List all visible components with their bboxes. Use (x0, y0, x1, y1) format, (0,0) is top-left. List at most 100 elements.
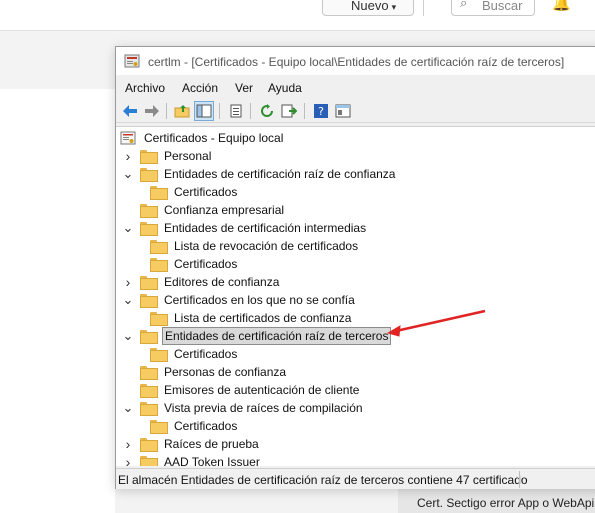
tree-item[interactable]: Certificados (141, 417, 239, 435)
tree-item[interactable]: › Editores de confianza (122, 273, 281, 291)
chevron-down-icon[interactable]: ⌄ (122, 167, 134, 180)
tree-root[interactable]: Certificados - Equipo local (120, 129, 285, 147)
folder-icon (140, 366, 158, 380)
new-button-label: Nuevo (351, 0, 389, 13)
show-hide-tree-icon[interactable] (194, 101, 214, 121)
search-icon: ⌕ (460, 0, 468, 10)
window-title: certlm - [Certificados - Equipo local\En… (148, 55, 565, 69)
folder-icon (150, 312, 168, 326)
tree-item[interactable]: Certificados (141, 255, 239, 273)
tree-item[interactable]: Certificados (141, 183, 239, 201)
tree-item-label: Entidades de certificación intermedias (164, 221, 367, 235)
menu-ver[interactable]: Ver (235, 81, 253, 95)
folder-icon (150, 186, 168, 200)
folder-icon (140, 456, 158, 466)
certificate-app-icon (124, 54, 140, 68)
tree-item-label: Certificados (174, 257, 238, 271)
folder-icon (140, 330, 158, 344)
tree-item[interactable]: › Raíces de prueba (122, 435, 261, 453)
bell-icon[interactable]: 🔔 (552, 0, 571, 12)
tree-item[interactable]: Certificados (141, 345, 239, 363)
toolbar-separator (219, 103, 220, 119)
tree-item-label: Personal (164, 149, 212, 163)
tree-item-label: Entidades de certificación raíz de confi… (164, 167, 396, 181)
tree-item-label: Lista de certificados de confianza (174, 311, 352, 325)
tree-item[interactable]: Confianza empresarial (122, 201, 286, 219)
toolbar-separator (250, 103, 251, 119)
toolbar-separator (304, 103, 305, 119)
tree-item-label: AAD Token Issuer (164, 455, 260, 466)
status-bar: El almacén Entidades de certificación ra… (116, 468, 595, 489)
search-box[interactable]: ⌕ Buscar (451, 0, 535, 16)
tree-item-label: Certificados (174, 347, 238, 361)
certlm-window: certlm - [Certificados - Equipo local\En… (115, 46, 595, 489)
chevron-down-icon[interactable]: ⌄ (122, 293, 134, 306)
mmc-view-icon[interactable] (333, 101, 353, 121)
folder-icon (140, 150, 158, 164)
refresh-icon[interactable] (257, 101, 277, 121)
status-text: El almacén Entidades de certificación ra… (118, 473, 528, 487)
tree-item[interactable]: Lista de revocación de certificados (141, 237, 360, 255)
tree-item[interactable]: Lista de certificados de confianza (141, 309, 353, 327)
properties-icon[interactable] (226, 101, 246, 121)
tree-item[interactable]: ⌄ Certificados en los que no se confía (122, 291, 357, 309)
certificate-store-icon (120, 131, 136, 145)
chevron-down-icon[interactable]: ⌄ (122, 221, 134, 234)
folder-icon (150, 420, 168, 434)
tree-item[interactable]: ⌄ Vista previa de raíces de compilación (122, 399, 365, 417)
tree-item[interactable]: › Personal (122, 147, 213, 165)
folder-icon (140, 402, 158, 416)
tree-item-label: Personas de confianza (164, 365, 287, 379)
tree-item-label: Raíces de prueba (164, 437, 259, 451)
export-list-icon[interactable] (279, 101, 299, 121)
folder-icon (140, 222, 158, 236)
chevron-right-icon[interactable]: › (122, 148, 134, 164)
folder-icon (150, 240, 168, 254)
chevron-down-icon[interactable]: ⌄ (122, 401, 134, 414)
background-topbar: Nuevo ▾ ⌕ Buscar 🔔 (0, 0, 595, 31)
tree-item[interactable]: ⌄ Entidades de certificación raíz de conf… (122, 165, 397, 183)
certificate-tree[interactable]: Certificados - Equipo local › Personal ⌄ En… (116, 126, 595, 466)
folder-icon (140, 384, 158, 398)
chevron-right-icon[interactable]: › (122, 436, 134, 452)
new-button[interactable]: Nuevo ▾ (322, 0, 414, 16)
folder-icon (140, 204, 158, 218)
title-bar[interactable]: certlm - [Certificados - Equipo local\En… (116, 47, 595, 75)
tree-item-label: Vista previa de raíces de compilación (164, 401, 363, 415)
svg-text:?: ? (318, 105, 324, 118)
tree-item-label: Certificados (174, 419, 238, 433)
help-icon[interactable]: ? (311, 101, 331, 121)
chevron-right-icon[interactable]: › (122, 274, 134, 290)
folder-icon (140, 294, 158, 308)
tree-item[interactable]: › AAD Token Issuer (122, 453, 262, 466)
up-folder-icon[interactable] (172, 101, 192, 121)
chevron-down-icon: ▾ (391, 2, 397, 12)
chevron-down-icon[interactable]: ⌄ (122, 329, 134, 342)
tree-item[interactable]: Personas de confianza (122, 363, 288, 381)
tree-item-label: Lista de revocación de certificados (174, 239, 359, 253)
back-arrow-icon[interactable] (120, 101, 140, 121)
toolbar: ? (116, 99, 595, 123)
toolbar-separator (166, 103, 167, 119)
tree-item-selected[interactable]: ⌄ Entidades de certificación raíz de terc… (122, 327, 392, 345)
tree-item-label: Certificados en los que no se confía (164, 293, 355, 307)
forward-arrow-icon[interactable] (142, 101, 162, 121)
search-placeholder: Buscar (482, 0, 523, 13)
background-left-panel (0, 89, 115, 513)
folder-icon (150, 348, 168, 362)
menu-accion[interactable]: Acción (182, 81, 218, 95)
tree-root-label: Certificados - Equipo local (144, 131, 284, 145)
folder-icon (140, 276, 158, 290)
chevron-right-icon[interactable]: › (122, 454, 134, 466)
menu-ayuda[interactable]: Ayuda (268, 81, 302, 95)
tree-item-label: Entidades de certificación raíz de terce… (162, 327, 392, 345)
tree-item[interactable]: Emisores de autenticación de cliente (122, 381, 361, 399)
folder-icon (140, 168, 158, 182)
menu-bar: Archivo Acción Ver Ayuda (116, 77, 595, 97)
tree-item-label: Certificados (174, 185, 238, 199)
background-bottom-text: Cert. Sectigo error App o WebApi (417, 496, 595, 510)
menu-archivo[interactable]: Archivo (125, 81, 165, 95)
tree-item[interactable]: ⌄ Entidades de certificación intermedias (122, 219, 368, 237)
tree-item-label: Editores de confianza (164, 275, 280, 289)
folder-icon (140, 438, 158, 452)
